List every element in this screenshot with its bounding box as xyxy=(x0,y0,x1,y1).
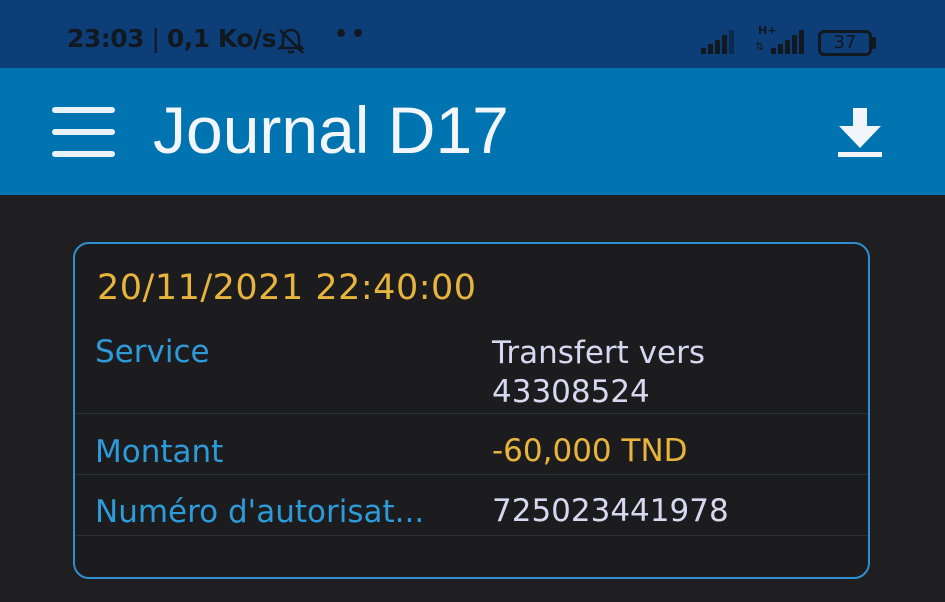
amount-label: Montant xyxy=(95,434,224,470)
status-separator: | xyxy=(144,24,167,53)
signal-icon xyxy=(771,30,804,54)
page-title: Journal D17 xyxy=(153,93,509,167)
app-bar: Journal D17 xyxy=(0,68,945,195)
service-value-line1: Transfert vers xyxy=(492,335,705,371)
transaction-card[interactable]: 20/11/2021 22:40:00 Service Transfert ve… xyxy=(73,242,870,579)
status-time-speed: 23:03 | 0,1 Ko/s xyxy=(67,24,277,53)
row-divider xyxy=(75,413,868,414)
amount-value: -60,000 TND xyxy=(492,433,688,469)
status-time: 23:03 xyxy=(67,24,145,53)
service-label: Service xyxy=(95,334,210,370)
status-dots: •• xyxy=(334,22,369,47)
service-value: Transfert vers 43308524 xyxy=(492,334,705,412)
battery-icon: 37 xyxy=(818,30,872,56)
authorization-label: Numéro d'autorisat... xyxy=(95,494,425,530)
transaction-datetime: 20/11/2021 22:40:00 xyxy=(97,268,477,308)
row-divider xyxy=(75,474,868,475)
bell-off-icon xyxy=(277,28,305,54)
hamburger-menu-icon[interactable] xyxy=(52,107,115,159)
authorization-value: 725023441978 xyxy=(492,493,729,529)
status-bar: 23:03 | 0,1 Ko/s •• H+ ⇅ 37 xyxy=(0,0,945,68)
signal-icon xyxy=(701,30,734,54)
data-arrows-icon: ⇅ xyxy=(755,40,765,53)
download-icon[interactable] xyxy=(836,108,884,158)
status-speed: 0,1 Ko/s xyxy=(166,24,277,53)
row-divider xyxy=(75,535,868,536)
battery-tip xyxy=(872,37,876,49)
battery-level: 37 xyxy=(833,32,857,53)
service-value-line2: 43308524 xyxy=(492,374,650,410)
